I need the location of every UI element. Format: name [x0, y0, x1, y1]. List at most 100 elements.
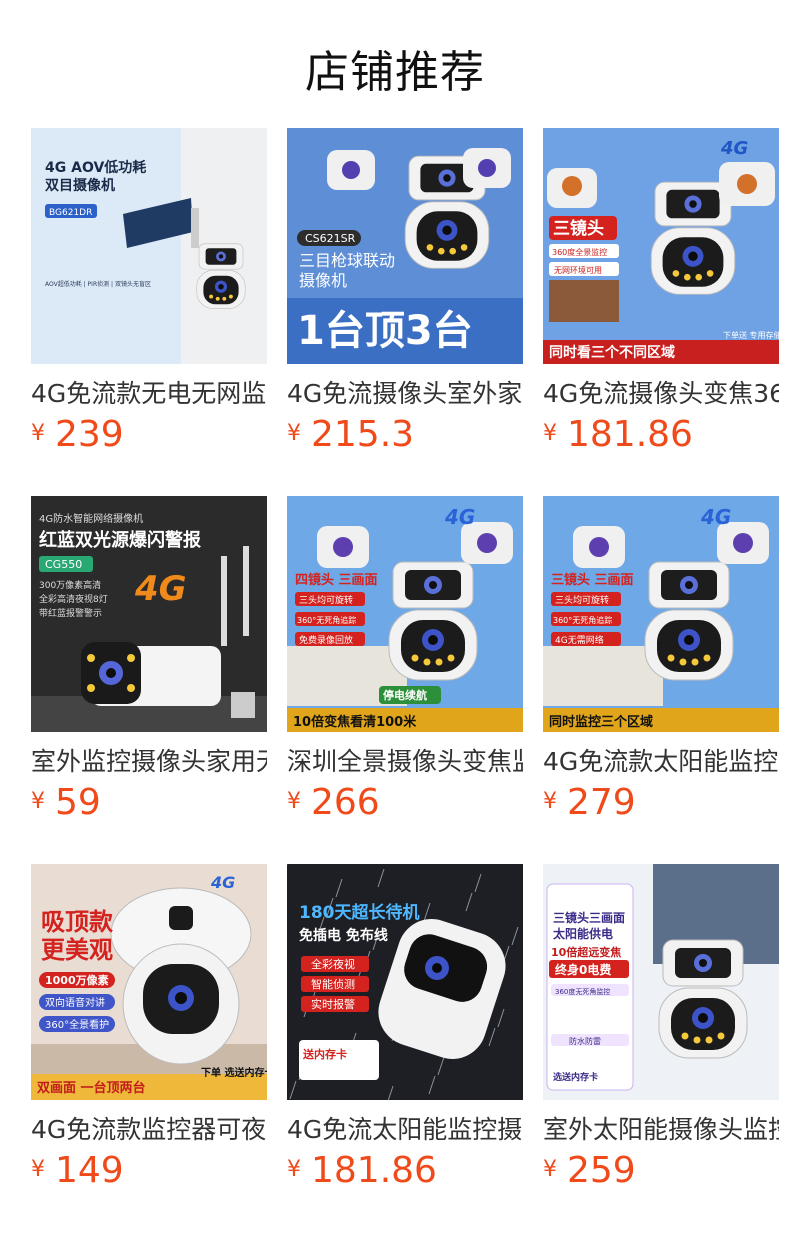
image-text: 1000万像素	[45, 973, 109, 987]
image-text: 4G	[134, 569, 187, 609]
product-image[interactable]: 4G 四镜头 三画面三头均可旋转 360°无死角追踪 免费录像回放停电续航 10倍变焦看…	[287, 496, 523, 732]
image-text: 全彩高清夜视8灯	[39, 593, 108, 605]
product-price: ¥259	[543, 1150, 636, 1196]
image-text: 双画面 一台顶两台	[37, 1080, 146, 1096]
product-grid: 4G AOV低功耗 双目摄像机 BG621DR AOV超低功耗 | PIR侦测 | 双…	[0, 0, 790, 1234]
image-text: CS621SR	[305, 232, 356, 245]
product-card[interactable]: 4G 三镜头 360度全景监控无网环境可用同时看三个不同区域 下单送 专用存储卡 4G…	[543, 128, 779, 468]
image-text: 360°无死角追踪	[553, 615, 612, 625]
image-text: 停电续航	[383, 688, 427, 702]
image-text: 智能侦测	[311, 977, 355, 991]
product-card[interactable]: 4G AOV低功耗 双目摄像机 BG621DR AOV超低功耗 | PIR侦测 | 双…	[31, 128, 267, 468]
currency-symbol: ¥	[287, 789, 301, 814]
image-text: 4G	[210, 873, 235, 892]
product-card[interactable]: 180天超长待机 免插电 免布线 全彩夜视 智能侦测 实时报警 送内存卡 4G免流太阳能监…	[287, 864, 523, 1204]
product-name[interactable]: 4G免流摄像头室外家用	[287, 376, 523, 412]
image-text: 4G防水智能网络摄像机	[39, 512, 143, 525]
image-text: 实时报警	[311, 997, 355, 1011]
image-text: 三镜头	[553, 218, 604, 239]
product-card[interactable]: 4G 吸顶款 更美观 1000万像素 双向语音对讲 360°全景看护 双画面 一台顶两台 下单…	[31, 864, 267, 1204]
image-text: 360°无死角追踪	[297, 615, 356, 625]
image-text: 带红蓝报警警示	[39, 607, 102, 619]
image-text: 同时监控三个区域	[549, 714, 653, 730]
product-image[interactable]: 三镜头三画面 太阳能供电 10倍超远变焦 终身0电费 360度无死角监控 防水防雷 选送内存…	[543, 864, 779, 1100]
product-image[interactable]: 4G 吸顶款 更美观 1000万像素 双向语音对讲 360°全景看护 双画面 一台顶两台 下单…	[31, 864, 267, 1100]
product-name[interactable]: 4G免流款太阳能监控摄像头	[543, 744, 779, 780]
image-text: 三头均可旋转	[555, 594, 609, 606]
product-name[interactable]: 4G免流款无电无网监控摄像头	[31, 376, 267, 412]
currency-symbol: ¥	[543, 789, 557, 814]
product-image[interactable]: 4G 三镜头 三画面三头均可旋转 360°无死角追踪 4G无需网络同时监控三个区域	[543, 496, 779, 732]
image-text: 双目摄像机	[45, 177, 115, 194]
product-price: ¥266	[287, 782, 380, 828]
price-value: 59	[55, 782, 101, 823]
image-text: 360度全景监控	[552, 247, 607, 257]
image-text: 360°全景看护	[45, 1018, 109, 1031]
product-name[interactable]: 4G免流摄像头变焦360度	[543, 376, 779, 412]
currency-symbol: ¥	[31, 789, 45, 814]
product-image[interactable]: 4G防水智能网络摄像机 红蓝双光源爆闪警报 CG550 300万像素高清 全彩高清夜视8…	[31, 496, 267, 732]
image-text: 送内存卡	[302, 1047, 347, 1061]
currency-symbol: ¥	[543, 1157, 557, 1182]
product-name[interactable]: 室外监控摄像头家用无线	[31, 744, 267, 780]
image-text: 四镜头 三画面	[295, 572, 378, 588]
image-text: 1台顶3台	[297, 308, 473, 354]
product-card[interactable]: CS621SR 三目枪球联动 摄像机 1台顶3台 4G免流摄像头室外家用 ¥215.3	[287, 128, 523, 468]
image-text: AOV超低功耗 | PIR侦测 | 双镜头无盲区	[45, 280, 151, 288]
product-price: ¥181.86	[543, 414, 693, 460]
image-text: 红蓝双光源爆闪警报	[39, 529, 201, 551]
currency-symbol: ¥	[31, 421, 45, 446]
image-text: 免费录像回放	[299, 634, 353, 646]
price-value: 279	[567, 782, 636, 823]
image-text: 三镜头三画面	[553, 910, 625, 925]
image-text: 太阳能供电	[553, 926, 613, 941]
currency-symbol: ¥	[287, 421, 301, 446]
product-price: ¥149	[31, 1150, 124, 1196]
image-text: 同时看三个不同区域	[549, 344, 675, 361]
product-image[interactable]: 4G 三镜头 360度全景监控无网环境可用同时看三个不同区域 下单送 专用存储卡	[543, 128, 779, 364]
image-text: CG550	[45, 558, 82, 571]
product-card[interactable]: 三镜头三画面 太阳能供电 10倍超远变焦 终身0电费 360度无死角监控 防水防雷 选送内存…	[543, 864, 779, 1204]
image-text: 下单 选送内存卡	[201, 1066, 267, 1079]
image-text: 三头均可旋转	[299, 594, 353, 606]
product-name[interactable]: 室外太阳能摄像头监控器	[543, 1112, 779, 1148]
image-text: 三目枪球联动	[299, 251, 395, 270]
image-text: BG621DR	[49, 208, 92, 218]
image-text: 免插电 免布线	[299, 927, 388, 944]
product-card[interactable]: 4G 三镜头 三画面三头均可旋转 360°无死角追踪 4G无需网络同时监控三个区域 4…	[543, 496, 779, 836]
image-text: 4G	[444, 505, 475, 529]
product-card[interactable]: 4G防水智能网络摄像机 红蓝双光源爆闪警报 CG550 300万像素高清 全彩高清夜视8…	[31, 496, 267, 836]
price-value: 259	[567, 1150, 636, 1191]
product-name[interactable]: 4G免流太阳能监控摄像头	[287, 1112, 523, 1148]
product-image[interactable]: 180天超长待机 免插电 免布线 全彩夜视 智能侦测 实时报警 送内存卡	[287, 864, 523, 1100]
price-value: 215.3	[311, 414, 415, 455]
product-name[interactable]: 深圳全景摄像头变焦监控	[287, 744, 523, 780]
image-text: 4G AOV低功耗	[45, 159, 146, 176]
currency-symbol: ¥	[543, 421, 557, 446]
price-value: 181.86	[567, 414, 693, 455]
product-card[interactable]: 4G 四镜头 三画面三头均可旋转 360°无死角追踪 免费录像回放停电续航 10倍变焦看…	[287, 496, 523, 836]
product-image[interactable]: CS621SR 三目枪球联动 摄像机 1台顶3台	[287, 128, 523, 364]
image-text: 双向语音对讲	[45, 996, 105, 1009]
image-text: 4G无需网络	[555, 634, 604, 646]
product-name[interactable]: 4G免流款监控器可夜视	[31, 1112, 267, 1148]
image-text: 更美观	[41, 936, 113, 964]
product-price: ¥239	[31, 414, 124, 460]
image-text: 10倍变焦看清100米	[293, 714, 417, 730]
product-price: ¥59	[31, 782, 101, 828]
image-text: 下单送 专用存储卡	[723, 330, 779, 340]
image-text: 4G	[700, 505, 731, 529]
product-image[interactable]: 4G AOV低功耗 双目摄像机 BG621DR AOV超低功耗 | PIR侦测 | 双…	[31, 128, 267, 364]
price-value: 149	[55, 1150, 124, 1191]
image-text: 10倍超远变焦	[551, 945, 621, 959]
image-text: 360度无死角监控	[555, 987, 610, 996]
image-text: 终身0电费	[555, 962, 611, 977]
image-text: 防水防雷	[569, 1036, 601, 1046]
image-text: 三镜头 三画面	[551, 572, 634, 588]
price-value: 181.86	[311, 1150, 437, 1191]
image-text: 全彩夜视	[311, 957, 355, 971]
currency-symbol: ¥	[287, 1157, 301, 1182]
product-price: ¥279	[543, 782, 636, 828]
price-value: 239	[55, 414, 124, 455]
currency-symbol: ¥	[31, 1157, 45, 1182]
